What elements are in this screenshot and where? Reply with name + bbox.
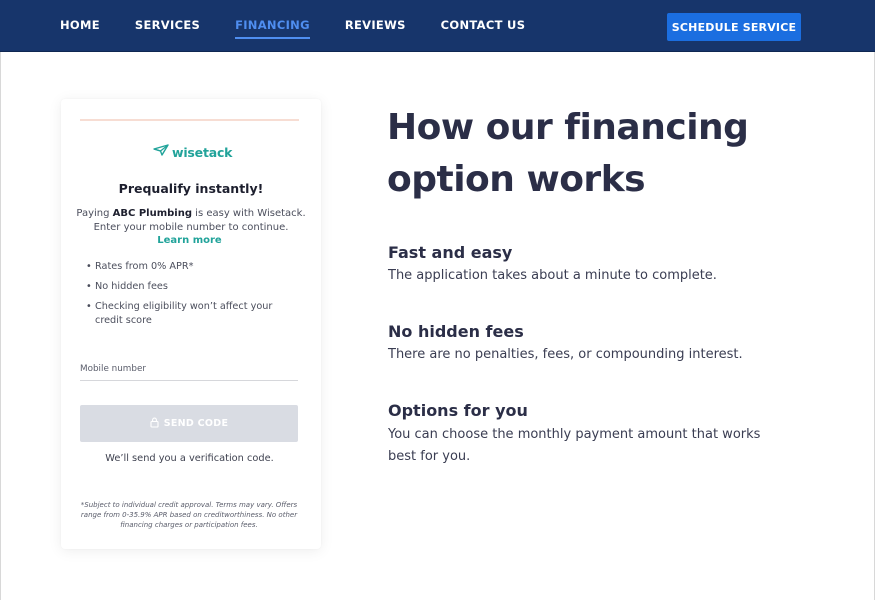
- top-navbar: HOME SERVICES FINANCING REVIEWS CONTACT …: [0, 0, 875, 52]
- company-name: ABC Plumbing: [112, 208, 192, 219]
- lock-icon: [150, 416, 159, 431]
- card-accent-line: [80, 119, 299, 121]
- nav-links: HOME SERVICES FINANCING REVIEWS CONTACT …: [60, 0, 560, 50]
- send-code-button[interactable]: SEND CODE: [80, 405, 298, 442]
- nav-financing[interactable]: FINANCING: [235, 14, 310, 39]
- page-title: How our financing option works: [387, 107, 749, 200]
- bullet-text: Rates from 0% APR*: [95, 261, 194, 272]
- bullet-text: Checking eligibility won’t affect your c…: [95, 301, 273, 326]
- paper-plane-icon: [153, 143, 169, 161]
- disclaimer-text: *Subject to individual credit approval. …: [80, 501, 298, 529]
- bullet-text: No hidden fees: [95, 281, 168, 292]
- input-underline: [80, 380, 298, 381]
- feature-text: There are no penalties, fees, or compoun…: [388, 347, 743, 362]
- bullet-dot: •: [86, 301, 92, 312]
- schedule-service-button[interactable]: SCHEDULE SERVICE: [667, 13, 801, 41]
- bullet-dot: •: [86, 281, 92, 292]
- learn-more-link[interactable]: Learn more: [61, 235, 318, 246]
- logo-text: wisetack: [172, 144, 233, 160]
- nav-contact-us[interactable]: CONTACT US: [441, 14, 526, 36]
- mobile-number-input[interactable]: Mobile number: [80, 364, 146, 374]
- send-code-label: SEND CODE: [163, 418, 229, 429]
- desc-prefix: Paying: [76, 208, 113, 219]
- feature-title: Options for you: [388, 401, 528, 420]
- page-border: [0, 52, 1, 600]
- bullet-dot: •: [86, 261, 92, 272]
- card-title: Prequalify instantly!: [118, 181, 264, 196]
- feature-title: Fast and easy: [388, 243, 513, 262]
- feature-title: No hidden fees: [388, 322, 524, 341]
- feature-text: You can choose the monthly payment amoun…: [388, 427, 761, 464]
- nav-reviews[interactable]: REVIEWS: [345, 14, 406, 36]
- feature-text: The application takes about a minute to …: [388, 268, 717, 283]
- verification-note: We’ll send you a verification code.: [105, 453, 274, 464]
- nav-services[interactable]: SERVICES: [135, 14, 200, 36]
- nav-home[interactable]: HOME: [60, 14, 100, 36]
- wisetack-logo: wisetack: [153, 143, 232, 161]
- card-description: Paying ABC Plumbing is easy with Wisetac…: [75, 207, 307, 234]
